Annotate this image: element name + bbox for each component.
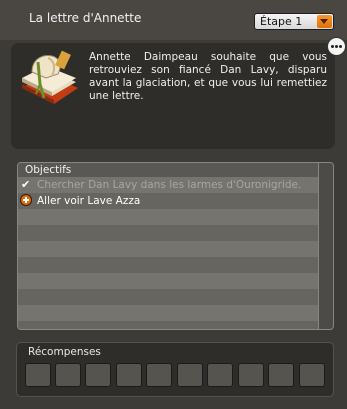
empty-row [18,209,318,225]
quest-description-text: Annette Daimpeau souhaite que vous retro… [89,51,327,102]
empty-row [18,257,318,273]
rewards-panel: Récompenses [16,342,334,397]
quest-description-card: Annette Daimpeau souhaite que vous retro… [11,43,335,149]
empty-row [18,305,318,321]
objective-row-active[interactable]: Aller voir Lave Azza [18,193,318,209]
reward-slot[interactable] [85,363,111,387]
empty-row [18,321,318,329]
reward-slot[interactable] [55,363,81,387]
check-icon: ✔ [21,178,31,191]
step-dropdown-value: Étape 1 [260,15,303,28]
objective-label: Chercher Dan Lavy dans les larmes d'Ouro… [37,179,302,191]
plus-circle-icon[interactable] [20,194,32,206]
reward-slot[interactable] [207,363,233,387]
chevron-down-icon[interactable] [317,15,332,28]
ellipsis-icon[interactable] [327,37,346,56]
reward-slot[interactable] [116,363,142,387]
step-dropdown[interactable]: Étape 1 [254,13,334,30]
empty-row [18,289,318,305]
objectives-panel: Objectifs ✔ Chercher Dan Lavy dans les l… [17,162,334,330]
window-header: La lettre d'Annette Étape 1 [0,0,347,40]
empty-row [18,241,318,257]
objectives-scrollbar[interactable] [318,163,333,329]
reward-slot[interactable] [177,363,203,387]
objectives-header: Objectifs [18,163,318,177]
objective-row-done[interactable]: ✔ Chercher Dan Lavy dans les larmes d'Ou… [18,177,318,193]
objective-label: Aller voir Lave Azza [37,195,141,207]
empty-row [18,273,318,289]
rewards-title: Récompenses [28,346,101,358]
empty-row [18,225,318,241]
reward-slot[interactable] [25,363,51,387]
reward-slot[interactable] [146,363,172,387]
reward-slot[interactable] [268,363,294,387]
objectives-title: Objectifs [25,164,72,176]
reward-slot[interactable] [299,363,325,387]
objectives-list: ✔ Chercher Dan Lavy dans les larmes d'Ou… [18,177,318,329]
quest-title: La lettre d'Annette [29,11,142,25]
reward-slot[interactable] [238,363,264,387]
quest-window: La lettre d'Annette Étape 1 Annette Daim… [0,0,347,409]
book-scroll-icon [22,50,78,104]
